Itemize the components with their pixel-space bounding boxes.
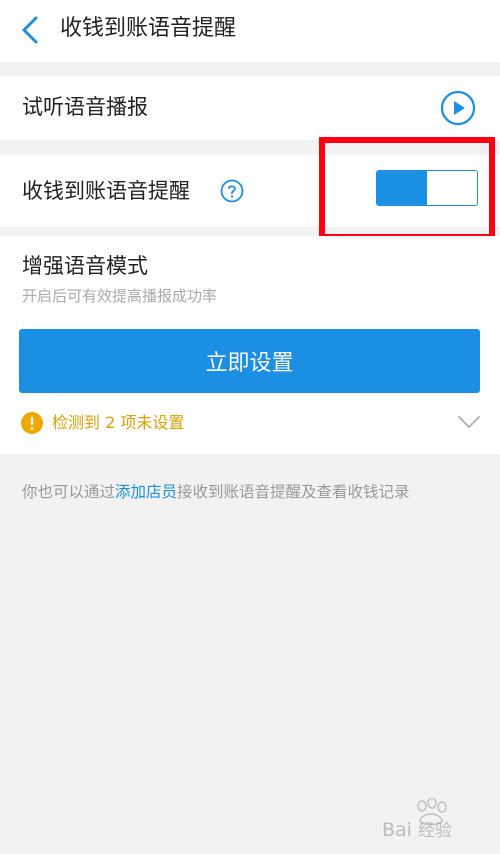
page-title: 收钱到账语音提醒 [60, 16, 237, 41]
voice-alert-label: 收钱到账语音提醒 [22, 179, 190, 203]
footer-note: 你也可以通过添加店员接收到账语音提醒及查看收钱记录 [22, 480, 410, 504]
enhance-voice-subtitle: 开启后可有效提高播报成功率 [22, 287, 218, 305]
preview-voice-label: 试听语音播报 [22, 95, 148, 119]
warning-text: 检测到 2 项未设置 [52, 413, 185, 432]
footer-suffix: 接收到账语音提醒及查看收钱记录 [177, 483, 410, 501]
back-button[interactable] [14, 12, 46, 48]
add-staff-link[interactable]: 添加店员 [115, 483, 177, 501]
red-highlight-box [319, 137, 495, 240]
play-icon[interactable] [440, 90, 476, 126]
unset-items-warning[interactable]: 检测到 2 项未设置 [0, 406, 500, 442]
svg-text:经验: 经验 [418, 821, 452, 841]
footer-prefix: 你也可以通过 [22, 483, 116, 501]
enhance-voice-title: 增强语音模式 [22, 254, 148, 278]
chevron-left-icon [22, 16, 38, 44]
chevron-down-icon[interactable] [457, 414, 481, 430]
info-icon [21, 412, 43, 434]
enhance-voice-section: 增强语音模式 开启后可有效提高播报成功率 立即设置 检测到 2 项未设置 [0, 236, 500, 454]
top-bar: 收钱到账语音提醒 [0, 0, 500, 62]
svg-text:Bai: Bai [382, 819, 412, 841]
preview-voice-row[interactable]: 试听语音播报 [0, 76, 500, 140]
baidu-jingyan-watermark: Bai 经验 [382, 798, 452, 841]
question-icon[interactable] [220, 179, 244, 203]
setup-now-button[interactable]: 立即设置 [19, 329, 480, 393]
